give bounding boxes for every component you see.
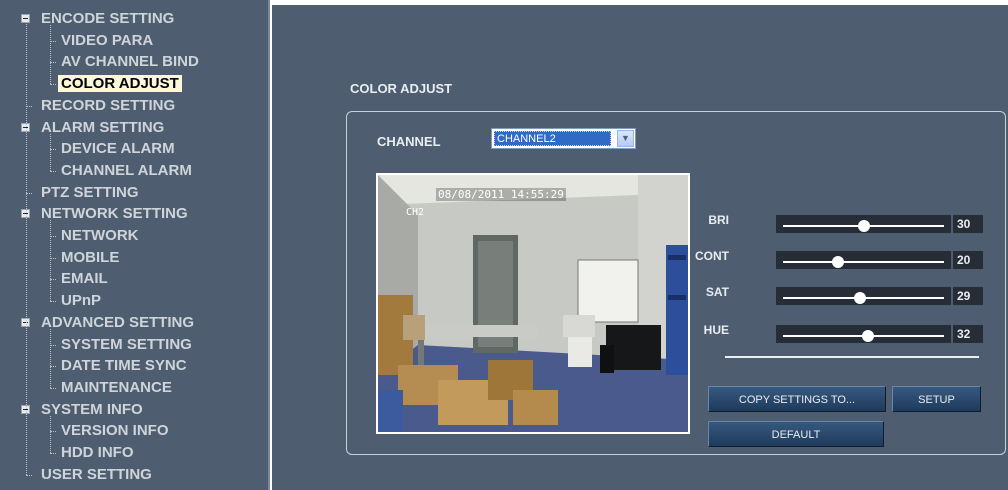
tree-item-label: SYSTEM INFO — [41, 400, 143, 418]
tree-connector — [50, 170, 56, 172]
tree-item-label: AV CHANNEL BIND — [61, 53, 199, 71]
tree-item-label: PTZ SETTING — [41, 183, 139, 201]
tree-item-version-info[interactable]: VERSION INFO — [58, 421, 172, 441]
tree-item-label: ALARM SETTING — [41, 118, 165, 136]
tree-guide — [50, 328, 51, 388]
tree-item-label: DEVICE ALARM — [61, 140, 175, 158]
bri-label: BRI — [708, 213, 729, 227]
tree-connector — [50, 387, 56, 389]
sat-label: SAT — [705, 285, 729, 299]
setup-button[interactable]: SETUP — [892, 386, 981, 412]
tree-item-network-setting[interactable]: NETWORK SETTING — [21, 204, 191, 224]
sat-slider[interactable] — [776, 287, 951, 305]
tree-item-label: CHANNEL ALARM — [61, 161, 192, 179]
hue-label: HUE — [703, 323, 729, 337]
sat-slider-thumb[interactable] — [854, 292, 867, 304]
bri-slider-thumb[interactable] — [857, 220, 870, 232]
tree-guide — [50, 25, 51, 85]
divider — [725, 356, 979, 358]
tree-item-email[interactable]: EMAIL — [58, 269, 111, 289]
tree-guide — [50, 220, 51, 302]
tree-item-label: UPnP — [61, 292, 102, 310]
bri-slider[interactable] — [776, 215, 951, 233]
tree-connector — [50, 301, 56, 303]
tree-connector — [50, 453, 56, 454]
camera-scene-image — [378, 175, 688, 432]
settings-tree: ENCODE SETTING VIDEO PARA AV CHANNEL BIND C… — [0, 0, 270, 490]
tree-item-av-channel-bind[interactable]: AV CHANNEL BIND — [58, 52, 202, 72]
tree-item-encode-setting[interactable]: ENCODE SETTING — [21, 9, 177, 29]
cont-slider[interactable] — [776, 251, 951, 269]
tree-item-user-setting[interactable]: USER SETTING — [38, 465, 155, 485]
tree-item-advanced-setting[interactable]: ADVANCED SETTING — [21, 313, 197, 333]
tree-item-label: MOBILE — [61, 248, 120, 266]
tree-item-label: ADVANCED SETTING — [41, 313, 195, 331]
tree-item-label: EMAIL — [61, 270, 108, 288]
tree-item-date-time-sync[interactable]: DATE TIME SYNC — [58, 356, 190, 376]
tree-item-label: VERSION INFO — [61, 422, 169, 440]
tree-item-label: NETWORK — [61, 227, 139, 244]
tree-guide — [26, 22, 27, 475]
hue-slider[interactable] — [776, 325, 951, 343]
page-title: COLOR ADJUST — [350, 81, 453, 96]
tree-item-label: DATE TIME SYNC — [61, 357, 187, 375]
tree-item-mobile[interactable]: MOBILE — [58, 248, 122, 268]
cont-label: CONT — [695, 249, 729, 263]
channel-select[interactable]: CHANNEL2 ▼ — [491, 128, 636, 149]
tree-item-label: COLOR ADJUST — [58, 75, 182, 93]
tree-item-maintenance[interactable]: MAINTENANCE — [58, 378, 175, 398]
tree-item-label: SYSTEM SETTING — [61, 335, 192, 353]
tree-item-label: RECORD SETTING — [41, 96, 176, 114]
channel-select-value: CHANNEL2 — [494, 131, 611, 146]
tree-item-alarm-setting[interactable]: ALARM SETTING — [21, 118, 167, 138]
tree-guide — [50, 415, 51, 453]
tree-item-record-setting[interactable]: RECORD SETTING — [38, 96, 178, 116]
tree-item-hdd-info[interactable]: HDD INFO — [58, 443, 137, 463]
tree-item-label: USER SETTING — [41, 465, 152, 483]
hue-value: 32 — [953, 325, 983, 343]
channel-label: CHANNEL — [377, 134, 441, 149]
tree-item-channel-alarm[interactable]: CHANNEL ALARM — [58, 161, 195, 181]
hue-slider-thumb[interactable] — [862, 330, 875, 342]
color-adjust-panel: CHANNEL CHANNEL2 ▼ 08/08/2011 14:55:29 C… — [346, 111, 1006, 455]
tree-item-label: HDD INFO — [61, 444, 134, 461]
tree-item-device-alarm[interactable]: DEVICE ALARM — [58, 139, 178, 159]
cont-slider-rail — [783, 261, 944, 263]
tree-item-label: ENCODE SETTING — [41, 10, 175, 27]
tree-item-label: NETWORK SETTING — [41, 205, 188, 223]
tree-connector — [50, 84, 56, 86]
tree-item-network[interactable]: NETWORK — [58, 226, 142, 246]
tree-item-label: MAINTENANCE — [61, 378, 172, 396]
tree-item-label: VIDEO PARA — [61, 31, 154, 49]
sat-value: 29 — [953, 287, 983, 305]
main-panel: COLOR ADJUST CHANNEL CHANNEL2 ▼ 08/08/20… — [272, 5, 1008, 490]
tree-item-ptz-setting[interactable]: PTZ SETTING — [38, 183, 142, 203]
tree-connector — [26, 474, 32, 476]
tree-item-video-para[interactable]: VIDEO PARA — [58, 31, 156, 51]
default-button[interactable]: DEFAULT — [708, 421, 884, 447]
video-preview: 08/08/2011 14:55:29 CH2 — [376, 173, 690, 434]
cont-value: 20 — [953, 251, 983, 269]
tree-item-system-setting[interactable]: SYSTEM SETTING — [58, 335, 195, 355]
tree-item-upnp[interactable]: UPnP — [58, 291, 104, 311]
tree-item-color-adjust[interactable]: COLOR ADJUST — [58, 74, 182, 94]
cont-slider-thumb[interactable] — [831, 256, 844, 268]
osd-channel: CH2 — [406, 207, 425, 218]
copy-settings-button[interactable]: COPY SETTINGS TO... — [708, 386, 886, 412]
osd-datetime: 08/08/2011 14:55:29 — [436, 188, 566, 201]
tree-guide — [50, 133, 51, 171]
bri-value: 30 — [953, 215, 983, 233]
chevron-down-icon[interactable]: ▼ — [617, 130, 634, 147]
tree-item-system-info[interactable]: SYSTEM INFO — [21, 400, 146, 420]
